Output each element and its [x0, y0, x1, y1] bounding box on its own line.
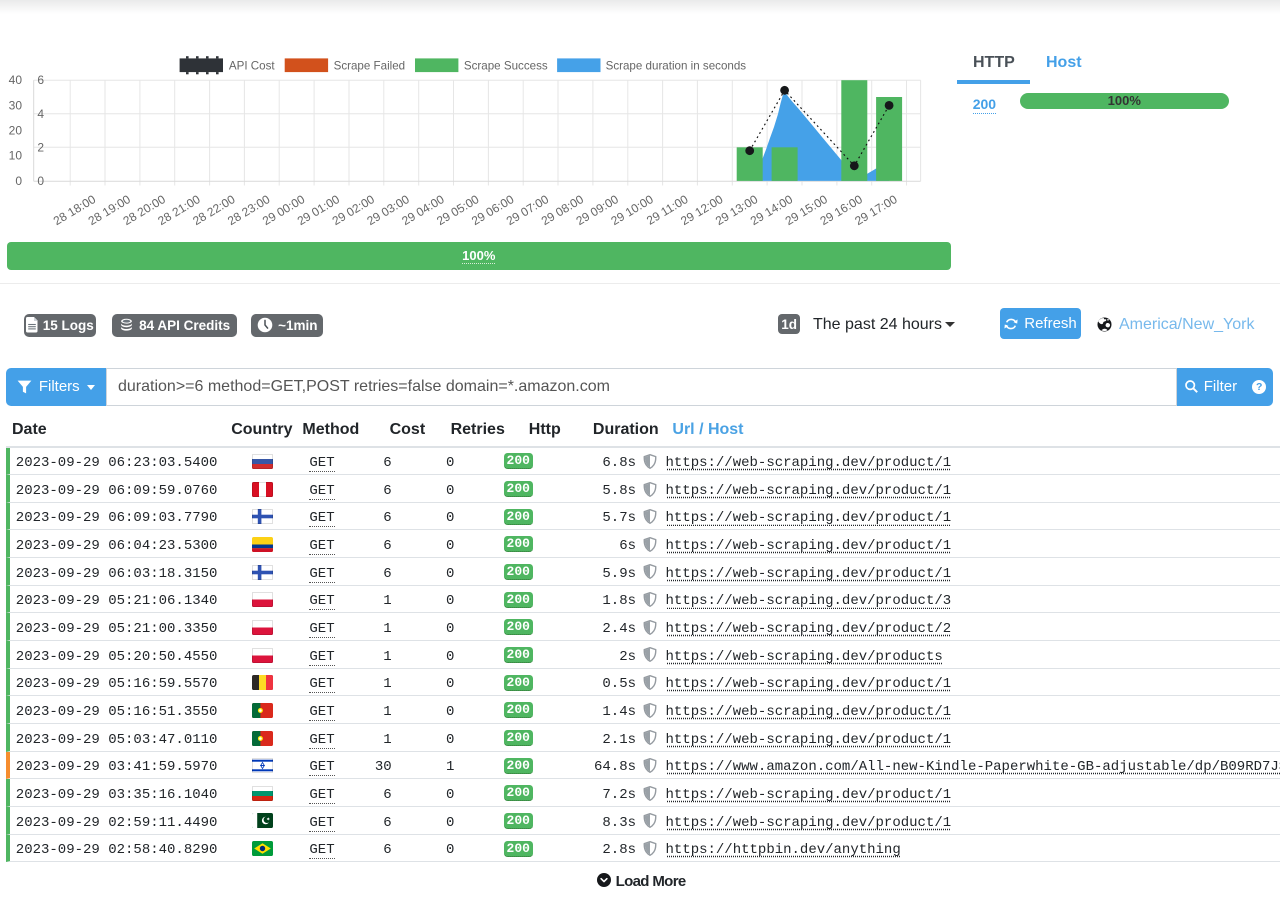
svg-text:2: 2 [37, 140, 44, 154]
svg-text:30: 30 [9, 98, 23, 112]
svg-text:Scrape Success: Scrape Success [464, 60, 548, 73]
svg-text:Scrape duration in seconds: Scrape duration in seconds [606, 60, 747, 73]
svg-text:API Cost: API Cost [229, 60, 276, 73]
svg-text:4: 4 [37, 107, 44, 121]
svg-text:40: 40 [9, 73, 23, 87]
svg-text:0: 0 [37, 174, 44, 188]
svg-text:20: 20 [9, 124, 23, 138]
svg-text:10: 10 [9, 149, 23, 163]
svg-text:0: 0 [15, 174, 22, 188]
svg-text:6: 6 [37, 73, 44, 87]
svg-text:Scrape Failed: Scrape Failed [334, 60, 406, 73]
